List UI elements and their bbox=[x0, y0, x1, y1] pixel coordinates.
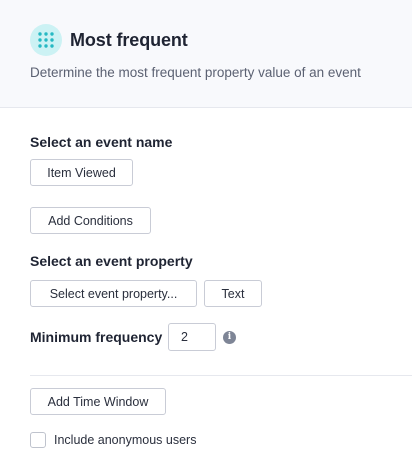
info-icon[interactable]: i bbox=[223, 331, 236, 344]
property-type-select[interactable]: Text bbox=[204, 280, 262, 307]
event-name-label: Select an event name bbox=[30, 134, 173, 150]
event-property-select[interactable]: Select event property... bbox=[30, 280, 197, 307]
divider bbox=[30, 375, 412, 376]
add-time-window-button[interactable]: Add Time Window bbox=[30, 388, 166, 415]
min-frequency-label: Minimum frequency bbox=[30, 329, 163, 345]
event-name-select[interactable]: Item Viewed bbox=[30, 159, 133, 186]
event-property-label: Select an event property bbox=[30, 253, 193, 269]
page-subtitle: Determine the most frequent property val… bbox=[30, 65, 361, 80]
grid-dots-icon bbox=[30, 24, 62, 56]
include-anonymous-checkbox[interactable] bbox=[30, 432, 46, 448]
min-frequency-input[interactable] bbox=[168, 323, 216, 351]
panel-header: Most frequent Determine the most frequen… bbox=[0, 0, 412, 108]
include-anonymous-label: Include anonymous users bbox=[54, 433, 197, 447]
add-conditions-button[interactable]: Add Conditions bbox=[30, 207, 151, 234]
page-title: Most frequent bbox=[70, 30, 188, 50]
